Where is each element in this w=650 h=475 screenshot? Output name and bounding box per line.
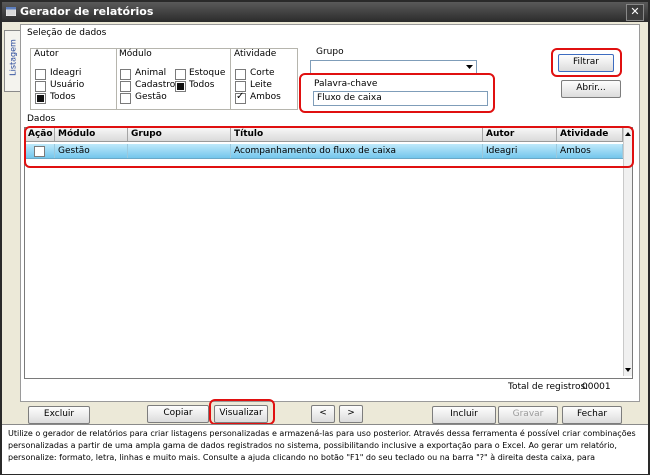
incluir-button[interactable]: Incluir [432, 406, 496, 424]
fechar-button[interactable]: Fechar [562, 406, 622, 424]
modulo-estoque-checkbox[interactable] [175, 69, 186, 80]
atividade-label: Atividade [234, 49, 277, 59]
autor-todos-label: Todos [50, 92, 76, 102]
selection-heading: Seleção de dados [27, 28, 107, 38]
chevron-down-icon[interactable] [465, 61, 474, 73]
autor-todos-checkbox[interactable] [35, 93, 46, 104]
modulo-todos-checkbox[interactable] [175, 81, 186, 92]
dados-heading: Dados [27, 114, 56, 124]
total-value: 00001 [582, 382, 611, 392]
visualizar-button[interactable]: Visualizar [214, 405, 268, 423]
modulo-animal-checkbox[interactable] [120, 69, 131, 80]
autor-ideagri-label: Ideagri [50, 68, 82, 78]
window-menu-icon[interactable] [6, 7, 16, 16]
copiar-button[interactable]: Copiar [147, 405, 209, 423]
grupo-label: Grupo [316, 47, 344, 57]
prev-button[interactable]: < [311, 405, 335, 423]
title-bar[interactable]: Gerador de relatórios ✕ [2, 2, 648, 22]
modulo-animal-label: Animal [135, 68, 167, 78]
excluir-button[interactable]: Excluir [28, 406, 90, 424]
gravar-button[interactable]: Gravar [498, 406, 558, 424]
help-text-box: Utilize o gerador de relatórios para cri… [2, 424, 648, 474]
modulo-todos-label: Todos [189, 80, 215, 90]
modulo-cadastro-checkbox[interactable] [120, 81, 131, 92]
atividade-corte-checkbox[interactable] [235, 69, 246, 80]
total-label: Total de registros: [508, 382, 589, 392]
abrir-button[interactable]: Abrir... [561, 80, 621, 98]
atividade-ambos-checkbox[interactable] [235, 91, 246, 104]
modulo-estoque-label: Estoque [189, 68, 226, 78]
palavra-chave-label: Palavra-chave [314, 79, 378, 89]
atividade-corte-label: Corte [250, 68, 275, 78]
modulo-cadastro-label: Cadastro [135, 80, 176, 90]
autor-usuario-checkbox[interactable] [35, 81, 46, 92]
report-generator-window: Gerador de relatórios ✕ Listagem Seleção… [0, 0, 650, 475]
window-title: Gerador de relatórios [20, 5, 154, 18]
modulo-gestao-label: Gestão [135, 92, 167, 102]
atividade-ambos-label: Ambos [250, 92, 281, 102]
tab-listagem[interactable]: Listagem [4, 30, 20, 92]
tab-listagem-label: Listagem [8, 39, 18, 76]
modulo-label: Módulo [119, 49, 152, 59]
palavra-chave-input[interactable]: Fluxo de caixa [313, 91, 488, 106]
scroll-down-icon[interactable] [624, 366, 632, 374]
next-button[interactable]: > [339, 405, 363, 423]
filtrar-button[interactable]: Filtrar [558, 54, 614, 72]
modulo-gestao-checkbox[interactable] [120, 93, 131, 104]
grid-highlight [24, 126, 634, 168]
autor-usuario-label: Usuário [50, 80, 85, 90]
close-button[interactable]: ✕ [626, 4, 644, 21]
help-text: Utilize o gerador de relatórios para cri… [8, 429, 636, 462]
autor-label: Autor [34, 49, 59, 59]
autor-ideagri-checkbox[interactable] [35, 69, 46, 80]
atividade-leite-label: Leite [250, 80, 272, 90]
